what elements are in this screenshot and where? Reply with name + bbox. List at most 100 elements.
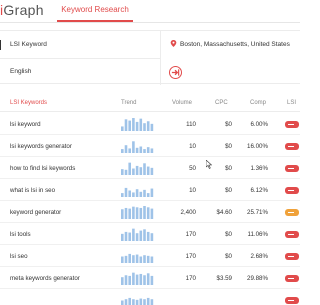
- trend-bar: [135, 165, 139, 175]
- trend-bar: [135, 233, 139, 241]
- trend-bar: [139, 256, 143, 263]
- trend-bar: [143, 123, 146, 131]
- language-select[interactable]: English: [10, 68, 31, 75]
- badge-dash: [288, 278, 294, 279]
- volume-cell: 50: [189, 165, 196, 172]
- volume-cell: 170: [185, 253, 196, 260]
- trend-bar: [139, 167, 143, 175]
- keyword-cell[interactable]: lsi seo: [10, 253, 28, 260]
- volume-cell: 10: [189, 143, 196, 150]
- lsi-badge[interactable]: [285, 253, 299, 260]
- lsi-badge[interactable]: [285, 275, 299, 282]
- trend-bar: [124, 275, 128, 285]
- comp-cell: 16.00%: [247, 143, 268, 150]
- lsi-badge[interactable]: [285, 231, 299, 238]
- keyword-cell[interactable]: lsi tools: [10, 231, 31, 238]
- map-pin-icon: [170, 40, 177, 47]
- keyword-cell[interactable]: lsi keyword: [10, 121, 41, 128]
- results-table-body: lsi keyword 110 $0 6.00% lsi keywords genera…: [0, 113, 300, 305]
- header-trend[interactable]: Trend: [121, 100, 136, 106]
- trend-bar: [128, 253, 131, 263]
- lsi-badge[interactable]: [285, 165, 299, 172]
- keyword-cell[interactable]: lsi keywords generator: [10, 143, 72, 150]
- volume-cell: 110: [186, 121, 196, 128]
- trend-bar: [135, 147, 139, 153]
- header-volume[interactable]: Volume: [172, 100, 192, 106]
- search-submit-button[interactable]: [169, 66, 182, 79]
- lsi-badge[interactable]: [285, 297, 299, 304]
- keyword-cell[interactable]: keyword generator: [10, 209, 61, 216]
- volume-cell: 2,400: [180, 209, 196, 216]
- header-lsi[interactable]: LSI: [287, 100, 296, 106]
- trend-bar: [143, 206, 146, 219]
- keyword-cell[interactable]: meta keywords generator: [10, 275, 80, 282]
- cpc-cell: $0: [225, 253, 232, 260]
- table-row[interactable]: meta keywords generator 170 $3.59 29.88%: [0, 267, 300, 289]
- nav-divider: [0, 22, 300, 23]
- trend-bar: [132, 118, 135, 131]
- badge-dash: [288, 190, 294, 191]
- trend-bar: [128, 120, 131, 131]
- header-keyword[interactable]: LSI Keywords: [10, 100, 47, 106]
- trend-bar: [124, 255, 128, 263]
- trend-bar: [139, 146, 143, 153]
- comp-cell: 2.68%: [250, 253, 268, 260]
- trend-sparkline: [121, 253, 154, 263]
- lsi-badge[interactable]: [285, 209, 299, 216]
- trend-bar: [150, 123, 154, 131]
- trend-bar: [143, 163, 146, 175]
- trend-bar: [124, 145, 128, 153]
- trend-bar: [146, 231, 150, 241]
- trend-bar: [143, 149, 146, 153]
- comp-cell: 25.71%: [247, 209, 268, 216]
- trend-bar: [121, 233, 124, 241]
- keyword-cell[interactable]: how to find lsi keywords: [10, 165, 75, 172]
- app-logo[interactable]: iGraph: [0, 2, 44, 18]
- trend-bar: [146, 207, 150, 219]
- trend-bar: [139, 118, 143, 131]
- trend-bar: [132, 272, 135, 285]
- table-row[interactable]: lsi keywords generator 10 $0 16.00%: [0, 135, 300, 157]
- tab-keyword-research[interactable]: Keyword Research: [57, 0, 133, 22]
- location-select[interactable]: Boston, Massachusetts, United States: [170, 40, 290, 48]
- header-cpc[interactable]: CPC: [215, 100, 228, 106]
- badge-dash: [288, 256, 294, 257]
- trend-bar: [135, 189, 139, 197]
- arrow-right-icon: [171, 69, 180, 76]
- trend-bar: [121, 193, 124, 197]
- keyword-input[interactable]: LSI Keyword: [10, 41, 47, 48]
- header-comp[interactable]: Comp: [250, 100, 266, 106]
- trend-bar: [150, 167, 154, 175]
- trend-bar: [132, 141, 135, 153]
- table-row[interactable]: keyword generator 2,400 $4.60 25.71%: [0, 201, 300, 223]
- lsi-badge[interactable]: [285, 121, 299, 128]
- table-row[interactable]: how to find lsi keywords 50 $0 1.36%: [0, 157, 300, 179]
- trend-bar: [124, 119, 128, 131]
- table-row[interactable]: [0, 289, 300, 305]
- trend-bar: [146, 166, 150, 175]
- trend-bar: [135, 207, 139, 219]
- lsi-badge[interactable]: [285, 187, 299, 194]
- keyword-cell[interactable]: what is lsi in seo: [10, 187, 55, 194]
- table-row[interactable]: lsi seo 170 $0 2.68%: [0, 245, 300, 267]
- trend-bar: [139, 230, 143, 241]
- badge-dash: [288, 212, 294, 213]
- trend-bar: [121, 149, 124, 153]
- trend-bar: [143, 275, 146, 285]
- trend-bar: [128, 148, 131, 153]
- trend-sparkline: [121, 118, 154, 131]
- table-row[interactable]: lsi tools 170 $0 11.06%: [0, 223, 300, 245]
- badge-dash: [288, 146, 294, 147]
- table-row[interactable]: lsi keyword 110 $0 6.00%: [0, 113, 300, 135]
- table-row[interactable]: what is lsi in seo 10 $0 6.12%: [0, 179, 300, 201]
- comp-cell: 29.88%: [247, 275, 268, 282]
- lsi-badge[interactable]: [285, 143, 299, 150]
- trend-bar: [150, 299, 154, 305]
- trend-bar: [132, 255, 135, 263]
- cpc-cell: $4.60: [216, 209, 232, 216]
- trend-bar: [121, 209, 124, 219]
- trend-bar: [132, 206, 135, 219]
- cpc-cell: $0: [225, 231, 232, 238]
- top-nav: iGraph Keyword Research: [0, 0, 300, 24]
- trend-bar: [146, 255, 150, 263]
